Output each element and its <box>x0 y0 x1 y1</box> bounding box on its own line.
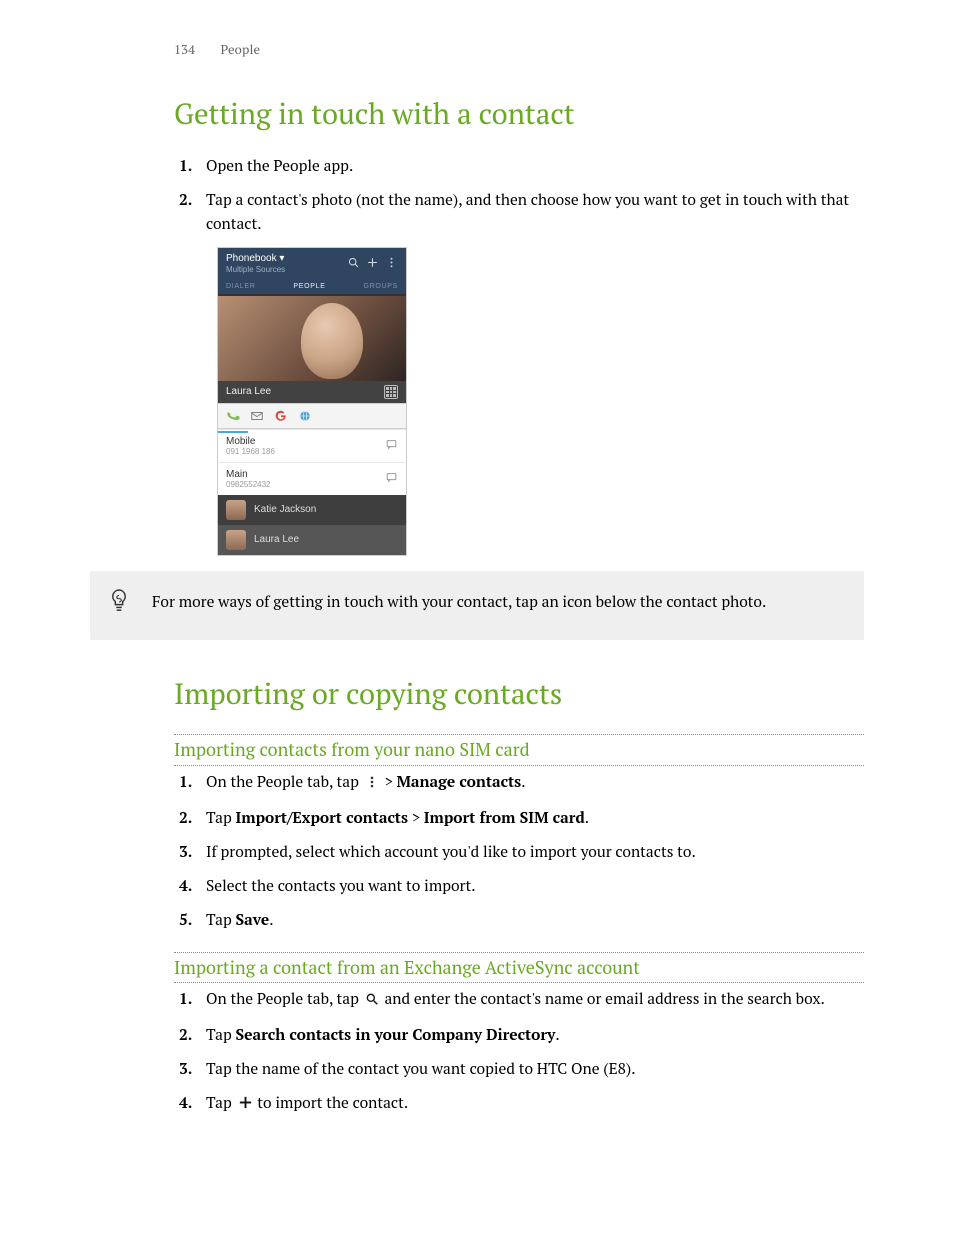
google-icon <box>274 409 288 423</box>
avatar <box>226 500 246 520</box>
step: Tap Search contacts in your Company Dire… <box>196 1023 864 1047</box>
message-icon <box>385 438 398 454</box>
running-header: 134 People <box>174 40 864 58</box>
contact-row: Laura Lee <box>218 525 406 555</box>
screenshot-header: Phonebook ▾ Multiple Sources <box>218 248 406 280</box>
search-icon <box>347 256 360 272</box>
plus-icon <box>238 1093 252 1117</box>
divider <box>174 982 864 983</box>
steps-import-exchange: On the People tab, tap and enter the con… <box>174 987 864 1117</box>
heading-getting-in-touch: Getting in touch with a contact <box>174 96 864 132</box>
avatar <box>226 530 246 550</box>
globe-icon <box>298 409 312 423</box>
step: Tap to import the contact. <box>196 1091 864 1117</box>
subheading-import-sim: Importing contacts from your nano SIM ca… <box>174 739 864 762</box>
screenshot-tabs: DIALER PEOPLE GROUPS <box>218 280 406 294</box>
more-icon <box>365 772 379 796</box>
dialpad-icon <box>384 385 398 399</box>
screenshot-people-app: Phonebook ▾ Multiple Sources DIALER PEOP… <box>218 248 406 555</box>
tip-callout: For more ways of getting in touch with y… <box>90 571 864 640</box>
contact-photo <box>218 296 406 381</box>
step-2: Tap a contact's photo (not the name), an… <box>196 188 864 236</box>
step: On the People tab, tap and enter the con… <box>196 987 864 1013</box>
step: If prompted, select which account you'd … <box>196 840 864 864</box>
step: Tap the name of the contact you want cop… <box>196 1057 864 1081</box>
divider <box>174 734 864 735</box>
contact-name-bar: Laura Lee <box>218 381 406 403</box>
tip-text: For more ways of getting in touch with y… <box>152 587 766 620</box>
divider <box>174 765 864 766</box>
more-icon <box>385 256 398 272</box>
steps-getting-in-touch: Open the People app. Tap a contact's pho… <box>174 154 864 236</box>
message-icon <box>385 471 398 487</box>
contact-action-icons <box>218 403 406 429</box>
step: Select the contacts you want to import. <box>196 874 864 898</box>
lightbulb-icon <box>108 587 130 620</box>
mail-icon <box>250 409 264 423</box>
search-icon <box>365 989 379 1013</box>
plus-icon <box>366 256 379 272</box>
step: On the People tab, tap > Manage contacts… <box>196 770 864 796</box>
page-number: 134 <box>174 40 195 58</box>
step: Tap Save. <box>196 908 864 932</box>
page: 134 People Getting in touch with a conta… <box>0 0 954 1235</box>
step-1: Open the People app. <box>196 154 864 178</box>
steps-import-sim: On the People tab, tap > Manage contacts… <box>174 770 864 932</box>
step: Tap Import/Export contacts > Import from… <box>196 806 864 830</box>
heading-importing: Importing or copying contacts <box>174 676 864 712</box>
section-name: People <box>220 40 260 58</box>
contact-row: Katie Jackson <box>218 495 406 525</box>
phone-entry-main: Main0982552432 <box>218 462 406 495</box>
phone-icon <box>224 407 243 426</box>
subheading-import-exchange: Importing a contact from an Exchange Act… <box>174 957 864 980</box>
phone-entry-mobile: Mobile091 1968 186 <box>218 429 406 462</box>
divider <box>174 952 864 953</box>
